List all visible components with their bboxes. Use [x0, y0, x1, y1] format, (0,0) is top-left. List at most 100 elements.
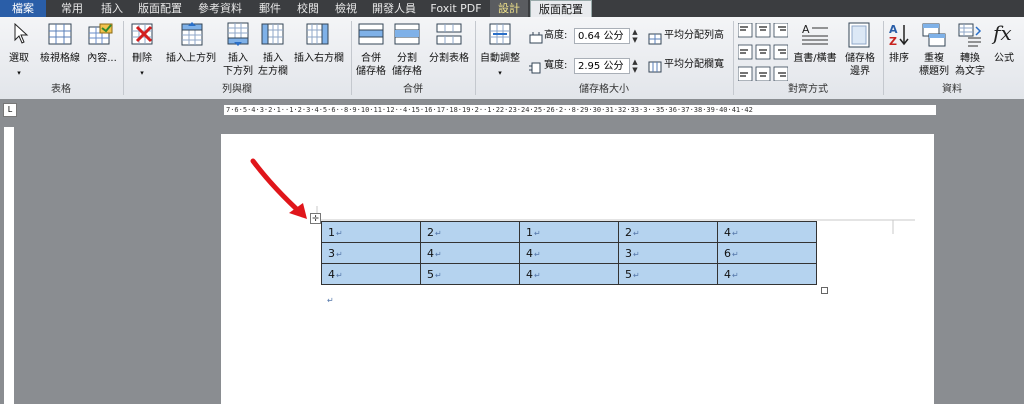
distribute-rows-button[interactable]: 平均分配列高 — [664, 30, 734, 42]
table-row: 3↵ 4↵ 4↵ 3↵ 6↵ — [321, 242, 817, 264]
tab-table-layout[interactable]: 版面配置 — [530, 0, 592, 18]
tab-review[interactable]: 校閱 — [290, 0, 326, 17]
split-table-button[interactable]: 分割表格 — [426, 53, 472, 65]
autofit-button[interactable]: 自動調整 — [476, 53, 524, 65]
table-cell[interactable]: 6↵ — [717, 242, 817, 264]
convert-to-text-label-2: 為文字 — [955, 66, 985, 77]
distribute-columns-button[interactable]: 平均分配欄寬 — [664, 59, 734, 71]
ribbon: 選取 ▾ 檢視格線 內容... 表格 刪除 ▾ 插入上方列 插入 下方列 插入 … — [0, 17, 1024, 100]
insert-below-button[interactable]: 插入 — [220, 53, 256, 65]
paragraph-mark: ↵ — [327, 296, 334, 305]
autofit-dropdown-icon: ▾ — [498, 69, 502, 77]
insert-above-button[interactable]: 插入上方列 — [160, 53, 222, 65]
group-label-merge: 合併 — [403, 84, 423, 95]
table-cell[interactable]: 5↵ — [420, 263, 520, 285]
text-direction-button[interactable]: 直書/橫書 — [790, 53, 840, 65]
tab-references[interactable]: 參考資料 — [192, 0, 248, 17]
cell-margins-button[interactable]: 儲存格 — [840, 53, 880, 65]
row-height-icon — [529, 29, 543, 48]
text-direction-icon: A — [800, 22, 830, 52]
gridlines-icon — [48, 23, 72, 49]
table-row: 1↵ 2↵ 1↵ 2↵ 4↵ — [321, 221, 817, 243]
group-label-data: 資料 — [942, 84, 962, 95]
delete-dropdown-icon: ▾ — [140, 69, 144, 77]
table-cell[interactable]: 4↵ — [321, 263, 421, 285]
row-height-input[interactable]: 0.64 公分 — [574, 28, 630, 44]
sort-icon: AZ — [888, 22, 910, 52]
sort-button[interactable]: 排序 — [884, 53, 914, 65]
autofit-icon — [488, 23, 512, 49]
insert-right-button[interactable]: 插入右方欄 — [290, 53, 348, 65]
column-width-input[interactable]: 2.95 公分 — [574, 58, 630, 74]
select-button[interactable]: 選取 — [4, 53, 34, 65]
insert-below-icon — [226, 22, 250, 50]
tab-view[interactable]: 檢視 — [328, 0, 364, 17]
group-label-alignment: 對齊方式 — [788, 84, 828, 95]
insert-below-label-2: 下方列 — [223, 66, 253, 77]
tab-developer[interactable]: 開發人員 — [366, 0, 422, 17]
tab-selector[interactable]: L — [3, 103, 17, 117]
table-cell[interactable]: 4↵ — [717, 263, 817, 285]
table-row: 4↵ 5↵ 4↵ 5↵ 4↵ — [321, 263, 817, 285]
ruler-numbers: 7·6·5·4·3·2·1··1·2·3·4·5·6··8·9·10·11·12… — [226, 106, 753, 114]
tab-insert[interactable]: 插入 — [94, 0, 130, 17]
ribbon-tab-bar: 檔案 常用 插入 版面配置 參考資料 郵件 校閱 檢視 開發人員 Foxit P… — [0, 0, 1024, 18]
insert-left-icon — [260, 22, 284, 50]
properties-icon — [88, 23, 114, 49]
tab-page-layout[interactable]: 版面配置 — [132, 0, 188, 17]
annotation-arrow-icon — [250, 158, 307, 219]
table-cell[interactable]: 2↵ — [618, 221, 718, 243]
split-cells-button[interactable]: 分割 — [390, 53, 424, 65]
group-label-cell-size: 儲存格大小 — [579, 84, 629, 95]
document-table[interactable]: 1↵ 2↵ 1↵ 2↵ 4↵ 3↵ 4↵ 4↵ 3↵ 6↵ 4↵ 5↵ 4↵ 5… — [321, 221, 817, 285]
svg-text:A: A — [802, 23, 810, 36]
table-cell[interactable]: 2↵ — [420, 221, 520, 243]
delete-button[interactable]: 刪除 — [126, 53, 158, 65]
view-gridlines-button[interactable]: 檢視格線 — [36, 53, 84, 65]
split-table-icon — [436, 23, 462, 49]
vertical-ruler[interactable] — [4, 127, 14, 404]
split-cells-icon — [394, 23, 420, 49]
cell-margins-label-2: 邊界 — [850, 66, 870, 77]
insert-left-label-2: 左方欄 — [258, 66, 288, 77]
tab-home[interactable]: 常用 — [52, 0, 92, 17]
formula-button[interactable]: 公式 — [990, 53, 1018, 65]
table-cell[interactable]: 4↵ — [420, 242, 520, 264]
repeat-header-icon — [922, 23, 946, 51]
table-cell[interactable]: 1↵ — [321, 221, 421, 243]
row-height-spinner[interactable]: ▲ ▼ — [630, 28, 640, 44]
table-cell[interactable]: 1↵ — [519, 221, 619, 243]
cell-margins-icon — [848, 22, 870, 52]
table-cell[interactable]: 4↵ — [717, 221, 817, 243]
tab-foxit-pdf[interactable]: Foxit PDF — [424, 0, 488, 17]
column-width-icon — [529, 59, 543, 78]
table-cell[interactable]: 4↵ — [519, 242, 619, 264]
tab-mailings[interactable]: 郵件 — [252, 0, 288, 17]
select-dropdown-icon: ▾ — [17, 69, 21, 77]
merge-cells-icon — [358, 23, 384, 49]
select-cursor-icon — [12, 22, 30, 49]
table-cell[interactable]: 3↵ — [618, 242, 718, 264]
repeat-header-button[interactable]: 重複 — [914, 53, 954, 65]
distribute-rows-icon — [648, 30, 662, 49]
formula-icon: fx — [993, 21, 1012, 45]
table-cell[interactable]: 4↵ — [519, 263, 619, 285]
column-width-spinner[interactable]: ▲ ▼ — [630, 58, 640, 74]
table-resize-handle[interactable] — [821, 287, 828, 294]
tab-file[interactable]: 檔案 — [0, 0, 46, 17]
merge-cells-button[interactable]: 合併 — [354, 53, 388, 65]
properties-button[interactable]: 內容... — [84, 53, 120, 65]
convert-to-text-icon — [958, 23, 982, 51]
distribute-columns-icon — [648, 58, 662, 77]
group-label-table: 表格 — [51, 84, 71, 95]
alignment-grid — [737, 22, 789, 85]
table-cell[interactable]: 5↵ — [618, 263, 718, 285]
convert-to-text-button[interactable]: 轉換 — [952, 53, 988, 65]
insert-left-button[interactable]: 插入 — [256, 53, 290, 65]
tab-table-design[interactable]: 設計 — [490, 0, 528, 17]
merge-cells-label-2: 儲存格 — [356, 66, 386, 77]
table-cell[interactable]: 3↵ — [321, 242, 421, 264]
delete-table-icon — [131, 23, 155, 49]
height-label: 高度: — [544, 30, 568, 41]
split-cells-label-2: 儲存格 — [392, 66, 422, 77]
